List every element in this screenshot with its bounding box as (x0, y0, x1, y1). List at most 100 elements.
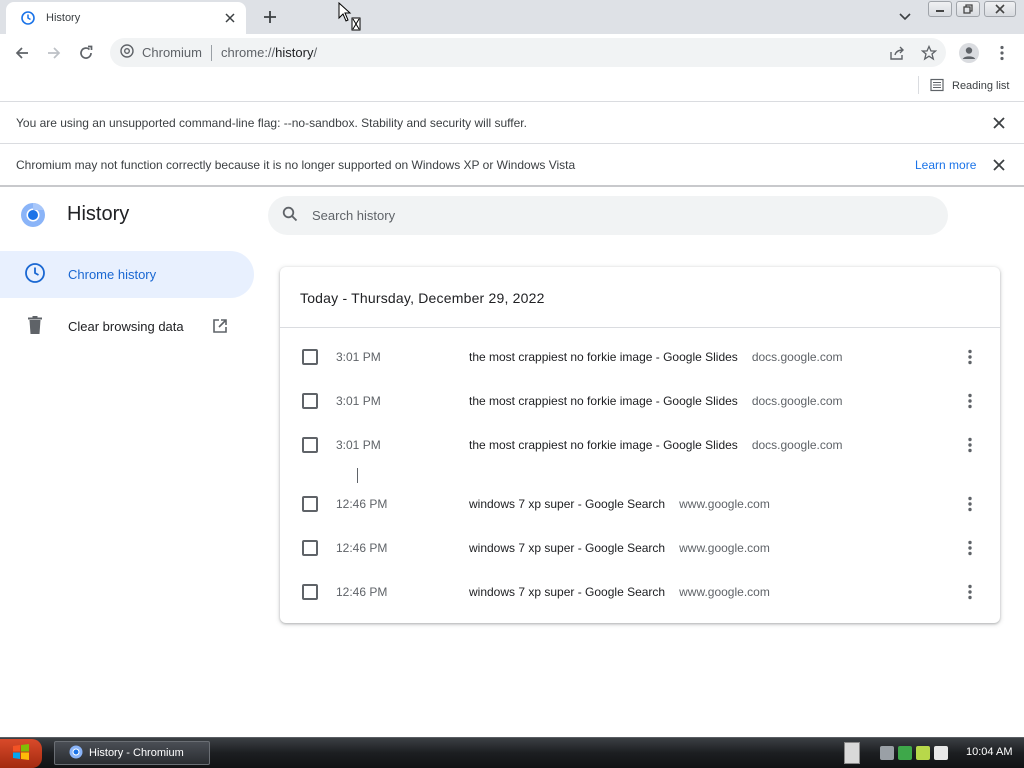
row-title: windows 7 xp super - Google Search (469, 497, 666, 511)
row-title: the most crappiest no forkie image - Goo… (469, 350, 738, 364)
row-checkbox[interactable] (302, 584, 318, 600)
sandbox-warning-infobar: You are using an unsupported command-lin… (0, 102, 1024, 144)
chromium-site-icon (120, 43, 134, 62)
tray-network-icon[interactable] (898, 746, 912, 760)
reading-list-label: Reading list (952, 80, 1010, 92)
window-close-icon[interactable] (984, 1, 1016, 17)
history-row[interactable]: 3:01 PM the most crappiest no forkie ima… (280, 335, 1000, 379)
address-bar[interactable]: Chromium chrome://history/ (110, 38, 946, 67)
row-domain: docs.google.com (751, 394, 843, 408)
taskbar: History - Chromium 10:04 AM (0, 737, 1024, 768)
row-checkbox[interactable] (302, 393, 318, 409)
row-time: 12:46 PM (336, 497, 388, 511)
row-checkbox[interactable] (302, 496, 318, 512)
url-text: chrome://history/ (220, 45, 318, 60)
history-row[interactable]: 3:01 PM the most crappiest no forkie ima… (280, 379, 1000, 423)
history-row[interactable]: 12:46 PM windows 7 xp super - Google Sea… (280, 482, 1000, 526)
sidebar-item-label: Chrome history (68, 267, 157, 282)
close-tab-icon[interactable] (222, 10, 238, 26)
row-title: the most crappiest no forkie image - Goo… (469, 438, 738, 452)
minimize-icon[interactable] (928, 1, 952, 17)
browser-toolbar: Chromium chrome://history/ (0, 34, 1024, 71)
taskbar-clock: 10:04 AM (966, 746, 1013, 758)
infobar-message: Chromium may not function correctly beca… (16, 157, 576, 172)
close-icon[interactable] (991, 115, 1007, 131)
history-favicon-icon (20, 10, 36, 26)
keyboard-icon[interactable] (844, 742, 860, 764)
mouse-cursor-icon (338, 1, 362, 34)
sidebar-item-clear-browsing-data[interactable]: Clear browsing data (0, 303, 254, 350)
tab-strip: History (0, 0, 1024, 34)
more-actions-icon[interactable] (960, 391, 980, 411)
history-row[interactable]: 12:46 PM windows 7 xp super - Google Sea… (280, 526, 1000, 570)
row-link[interactable]: the most crappiest no forkie image - Goo… (469, 394, 843, 408)
bookmarks-divider (918, 76, 919, 94)
tab-history[interactable]: History (6, 2, 246, 34)
start-button[interactable] (0, 739, 42, 768)
unsupported-os-infobar: Chromium may not function correctly beca… (0, 144, 1024, 187)
clock-icon (24, 262, 46, 288)
new-tab-button[interactable] (258, 6, 282, 28)
open-in-new-icon (212, 318, 228, 334)
row-domain: www.google.com (679, 541, 770, 555)
more-actions-icon[interactable] (960, 582, 980, 602)
more-actions-icon[interactable] (960, 538, 980, 558)
row-domain: www.google.com (679, 585, 770, 599)
row-domain: docs.google.com (751, 350, 843, 364)
history-page: History Chrome history Clear browsing da… (0, 187, 1024, 737)
chevron-down-icon[interactable] (895, 8, 915, 26)
time-gap-line (357, 468, 358, 483)
row-checkbox[interactable] (302, 540, 318, 556)
menu-kebab-icon[interactable] (989, 40, 1015, 66)
share-icon[interactable] (886, 44, 908, 62)
back-arrow-icon[interactable] (9, 40, 35, 66)
forward-arrow-icon[interactable] (41, 40, 67, 66)
history-card: Today - Thursday, December 29, 2022 3:01… (280, 267, 1000, 623)
bookmark-star-icon[interactable] (918, 44, 940, 62)
row-title: windows 7 xp super - Google Search (469, 541, 666, 555)
more-actions-icon[interactable] (960, 494, 980, 514)
reading-list-button[interactable]: Reading list (930, 76, 1009, 96)
bookmarks-bar: Reading list (0, 71, 1024, 102)
row-checkbox[interactable] (302, 349, 318, 365)
row-domain: docs.google.com (751, 438, 843, 452)
row-link[interactable]: windows 7 xp super - Google Search www.go… (469, 497, 770, 511)
tray-tools-icon[interactable] (880, 746, 894, 760)
more-actions-icon[interactable] (960, 435, 980, 455)
row-checkbox[interactable] (302, 437, 318, 453)
close-icon[interactable] (991, 157, 1007, 173)
restore-icon[interactable] (956, 1, 980, 17)
sidebar-item-label: Clear browsing data (68, 319, 184, 334)
tray-volume-icon[interactable] (934, 746, 948, 760)
chromium-logo-icon (20, 202, 46, 228)
row-time: 12:46 PM (336, 541, 388, 555)
search-history-bar[interactable] (268, 196, 948, 235)
taskbar-item-label: History - Chromium (89, 747, 184, 759)
row-link[interactable]: the most crappiest no forkie image - Goo… (469, 438, 843, 452)
sidebar-nav: Chrome history Clear browsing data (0, 251, 254, 355)
sidebar-item-chrome-history[interactable]: Chrome history (0, 251, 254, 298)
search-input[interactable] (312, 208, 912, 223)
tray-update-icon[interactable] (916, 746, 930, 760)
more-actions-icon[interactable] (960, 347, 980, 367)
windows-logo-icon (12, 743, 30, 764)
infobar-message: You are using an unsupported command-lin… (16, 115, 527, 130)
trash-icon (24, 314, 46, 340)
row-link[interactable]: windows 7 xp super - Google Search www.go… (469, 585, 770, 599)
row-domain: www.google.com (679, 497, 770, 511)
row-title: the most crappiest no forkie image - Goo… (469, 394, 738, 408)
row-time: 3:01 PM (336, 350, 381, 364)
history-row[interactable]: 3:01 PM the most crappiest no forkie ima… (280, 423, 1000, 467)
learn-more-link[interactable]: Learn more (915, 158, 976, 172)
history-row[interactable]: 12:46 PM windows 7 xp super - Google Sea… (280, 570, 1000, 614)
row-time: 12:46 PM (336, 585, 388, 599)
row-link[interactable]: windows 7 xp super - Google Search www.go… (469, 541, 770, 555)
taskbar-item-chromium[interactable]: History - Chromium (54, 741, 210, 765)
profile-avatar-icon[interactable] (956, 40, 982, 66)
reload-icon[interactable] (73, 40, 99, 66)
row-link[interactable]: the most crappiest no forkie image - Goo… (469, 350, 843, 364)
row-time: 3:01 PM (336, 438, 381, 452)
page-title: History (67, 203, 130, 225)
date-header: Today - Thursday, December 29, 2022 (300, 290, 545, 306)
card-divider (280, 327, 1000, 328)
